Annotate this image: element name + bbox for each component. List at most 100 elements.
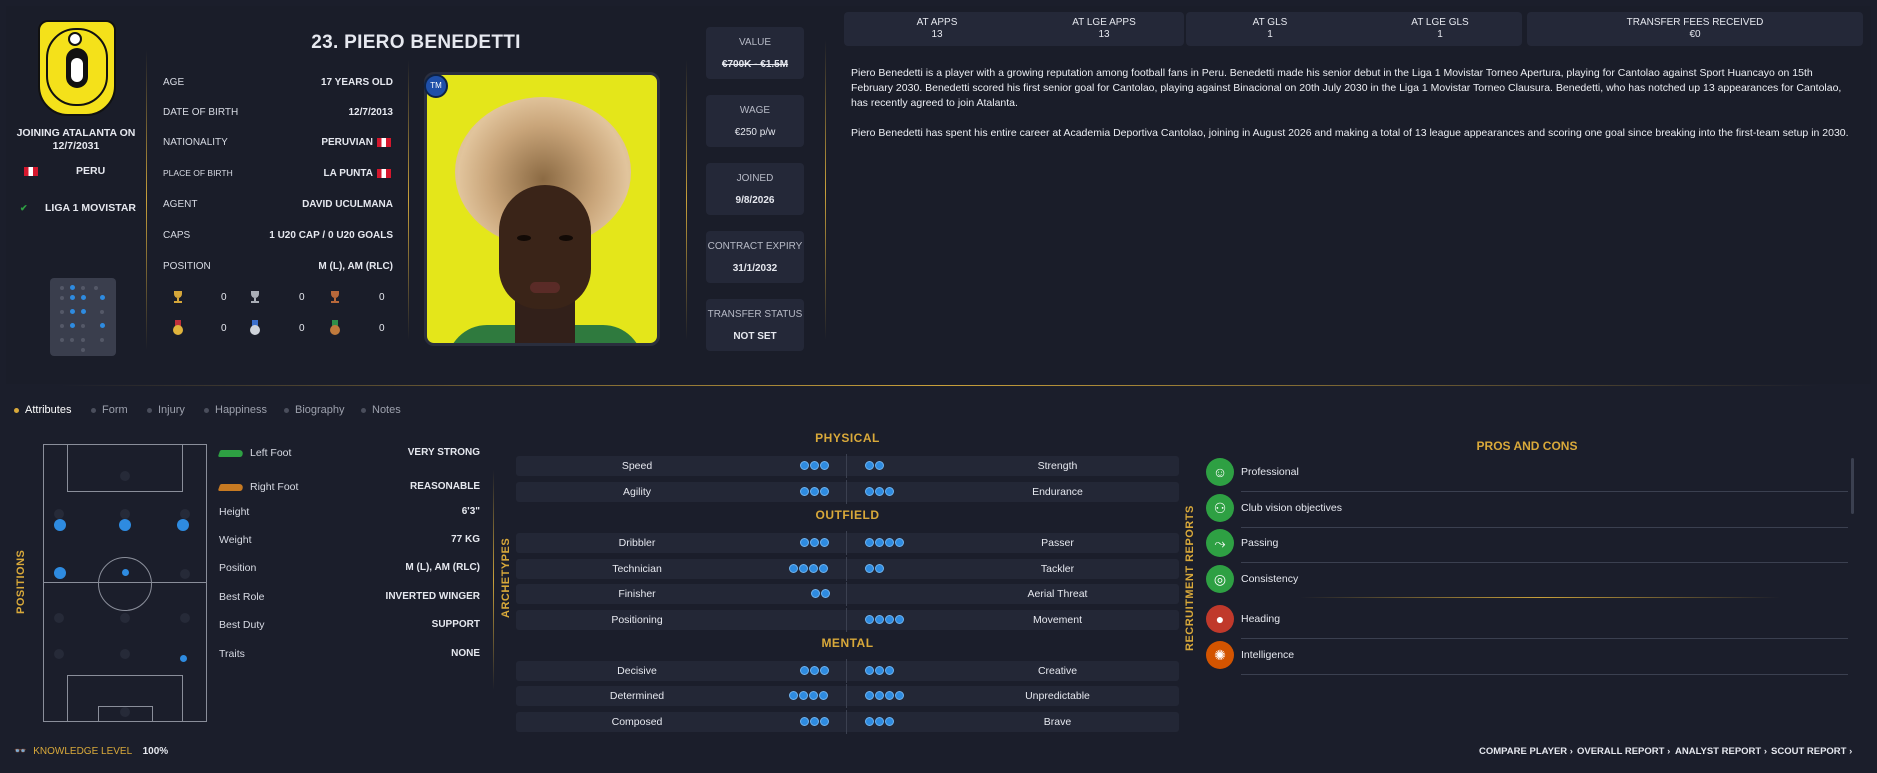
tab-attributes[interactable]: Attributes <box>14 404 71 416</box>
info-row-caps: CAPS 1 U20 CAP / 0 U20 GOALS <box>163 230 393 246</box>
joined-box[interactable]: JOINED 9/8/2026 <box>706 163 804 215</box>
compare-player-link[interactable]: COMPARE PLAYER › <box>1479 746 1573 757</box>
info-row-place-of-birth[interactable]: PLACE OF BIRTH LA PUNTA <box>163 168 393 184</box>
goals-bar[interactable]: AT GLS 1 AT LGE GLS 1 <box>1186 12 1522 46</box>
rating-dot <box>895 538 904 547</box>
attribute-row[interactable]: Determined Unpredictable <box>516 684 1179 708</box>
badge-penguin-belly <box>71 58 83 82</box>
attribute-row[interactable]: Positioning Movement <box>516 608 1179 632</box>
info-row-agent[interactable]: AGENT DAVID UCULMANA <box>163 199 393 215</box>
mini-pos-slot <box>81 348 85 352</box>
tab-notes[interactable]: Notes <box>361 404 401 416</box>
mini-pos-slot <box>81 286 85 290</box>
position-slot <box>120 471 130 481</box>
attribute-right-label: Strength <box>1037 460 1078 472</box>
pro-item[interactable]: ⚇ Club vision objectives <box>1206 494 1848 528</box>
info-label: POSITION <box>163 261 211 272</box>
profile-value: REASONABLE <box>409 481 480 492</box>
rating-dot <box>885 615 894 624</box>
con-item[interactable]: ✺ Intelligence <box>1206 641 1848 675</box>
country-row[interactable]: PERU <box>24 165 134 177</box>
transfer-status-box[interactable]: TRANSFER STATUS NOT SET <box>706 299 804 351</box>
contract-expiry-box[interactable]: CONTRACT EXPIRY 31/1/2032 <box>706 231 804 283</box>
photo-eye <box>517 235 531 241</box>
silver-medal-icon[interactable] <box>248 320 262 336</box>
rating-dot <box>819 691 828 700</box>
tab-biography[interactable]: Biography <box>284 404 345 416</box>
team-badge-icon[interactable]: TM <box>424 74 448 98</box>
rating-dot <box>875 487 884 496</box>
attribute-row[interactable]: Speed Strength <box>516 454 1179 478</box>
position-dot-amc <box>119 519 131 531</box>
transfer-fees-bar[interactable]: TRANSFER FEES RECEIVED €0 <box>1527 12 1863 46</box>
pro-item[interactable]: ☺ Professional <box>1206 458 1848 492</box>
passing-icon: ⤳ <box>1206 529 1234 557</box>
rating-dot <box>820 666 829 675</box>
rating-dot <box>865 564 874 573</box>
analyst-report-link[interactable]: ANALYST REPORT › <box>1675 746 1767 757</box>
bronze-trophy-icon[interactable] <box>328 290 342 304</box>
overall-report-link[interactable]: OVERALL REPORT › <box>1577 746 1670 757</box>
trophy-cup <box>331 291 339 298</box>
info-row-nationality[interactable]: NATIONALITY PERUVIAN <box>163 137 393 153</box>
attribute-row[interactable]: Finisher Aerial Threat <box>516 582 1179 606</box>
position-slot <box>54 649 64 659</box>
knowledge-value: 100% <box>142 746 169 757</box>
tab-happiness[interactable]: Happiness <box>204 404 267 416</box>
profile-value: 77 KG <box>451 534 480 545</box>
goals-cell: AT LGE GLS 1 <box>1400 17 1480 41</box>
trophy-cup <box>174 291 182 298</box>
tab-label: Notes <box>372 404 401 416</box>
player-photo <box>424 72 660 346</box>
scout-report-link[interactable]: SCOUT REPORT › <box>1771 746 1852 757</box>
rating-dot <box>789 691 798 700</box>
attribute-left-dots <box>799 487 829 497</box>
bio-paragraph: Piero Benedetti is a player with a growi… <box>851 67 1842 109</box>
position-slot <box>180 613 190 623</box>
profile-label: Right Foot <box>250 481 299 493</box>
pro-item[interactable]: ◎ Consistency <box>1206 565 1848 595</box>
profile-label: Height <box>219 506 250 518</box>
medal-count: 0 <box>299 323 305 334</box>
profile-label: Left Foot <box>250 447 292 459</box>
attribute-row[interactable]: Dribbler Passer <box>516 531 1179 555</box>
attribute-center-divider <box>846 480 847 504</box>
attribute-left-label: Positioning <box>611 614 663 626</box>
goals-cell: AT GLS 1 <box>1230 17 1310 41</box>
gold-medal-icon[interactable] <box>171 320 185 336</box>
mini-position-map[interactable] <box>50 278 116 356</box>
position-slot <box>54 509 64 519</box>
tab-injury[interactable]: Injury <box>147 404 185 416</box>
rating-dot <box>875 564 884 573</box>
attribute-left-label: Dribbler <box>618 537 656 549</box>
mini-pos-slot <box>60 324 64 328</box>
bronze-medal-icon[interactable] <box>328 320 342 336</box>
con-item[interactable]: ● Heading <box>1206 605 1848 639</box>
attribute-row[interactable]: Decisive Creative <box>516 659 1179 683</box>
brain-icon: ✺ <box>1206 641 1234 669</box>
attribute-row[interactable]: Agility Endurance <box>516 480 1179 504</box>
peru-flag-icon <box>377 169 391 178</box>
stat-value: €700K - €1.5M <box>721 59 789 70</box>
gold-trophy-icon[interactable] <box>171 290 185 304</box>
value-box[interactable]: VALUE €700K - €1.5M <box>706 27 804 79</box>
attribute-center-divider <box>846 531 847 555</box>
position-slot <box>120 509 130 519</box>
pro-item[interactable]: ⤳ Passing <box>1206 529 1848 563</box>
attribute-row[interactable]: Composed Brave <box>516 710 1179 734</box>
profile-value: INVERTED WINGER <box>385 591 480 602</box>
positions-pitch[interactable] <box>43 444 207 722</box>
attribute-right-dots <box>864 691 904 701</box>
mini-pos-slot <box>60 296 64 300</box>
photo-eye <box>559 235 573 241</box>
mini-pos-dot <box>70 285 75 290</box>
apps-bar[interactable]: AT APPS 13 AT LGE APPS 13 <box>844 12 1184 46</box>
rating-dot <box>895 691 904 700</box>
attribute-row[interactable]: Technician Tackler <box>516 557 1179 581</box>
goals-title: AT LGE GLS <box>1411 17 1469 28</box>
tab-form[interactable]: Form <box>91 404 128 416</box>
silver-trophy-icon[interactable] <box>248 290 262 304</box>
scrollbar[interactable] <box>1851 458 1854 514</box>
league-row[interactable]: ✔ LIGA 1 MOVISTAR <box>20 202 140 214</box>
wage-box[interactable]: WAGE €250 p/w <box>706 95 804 147</box>
